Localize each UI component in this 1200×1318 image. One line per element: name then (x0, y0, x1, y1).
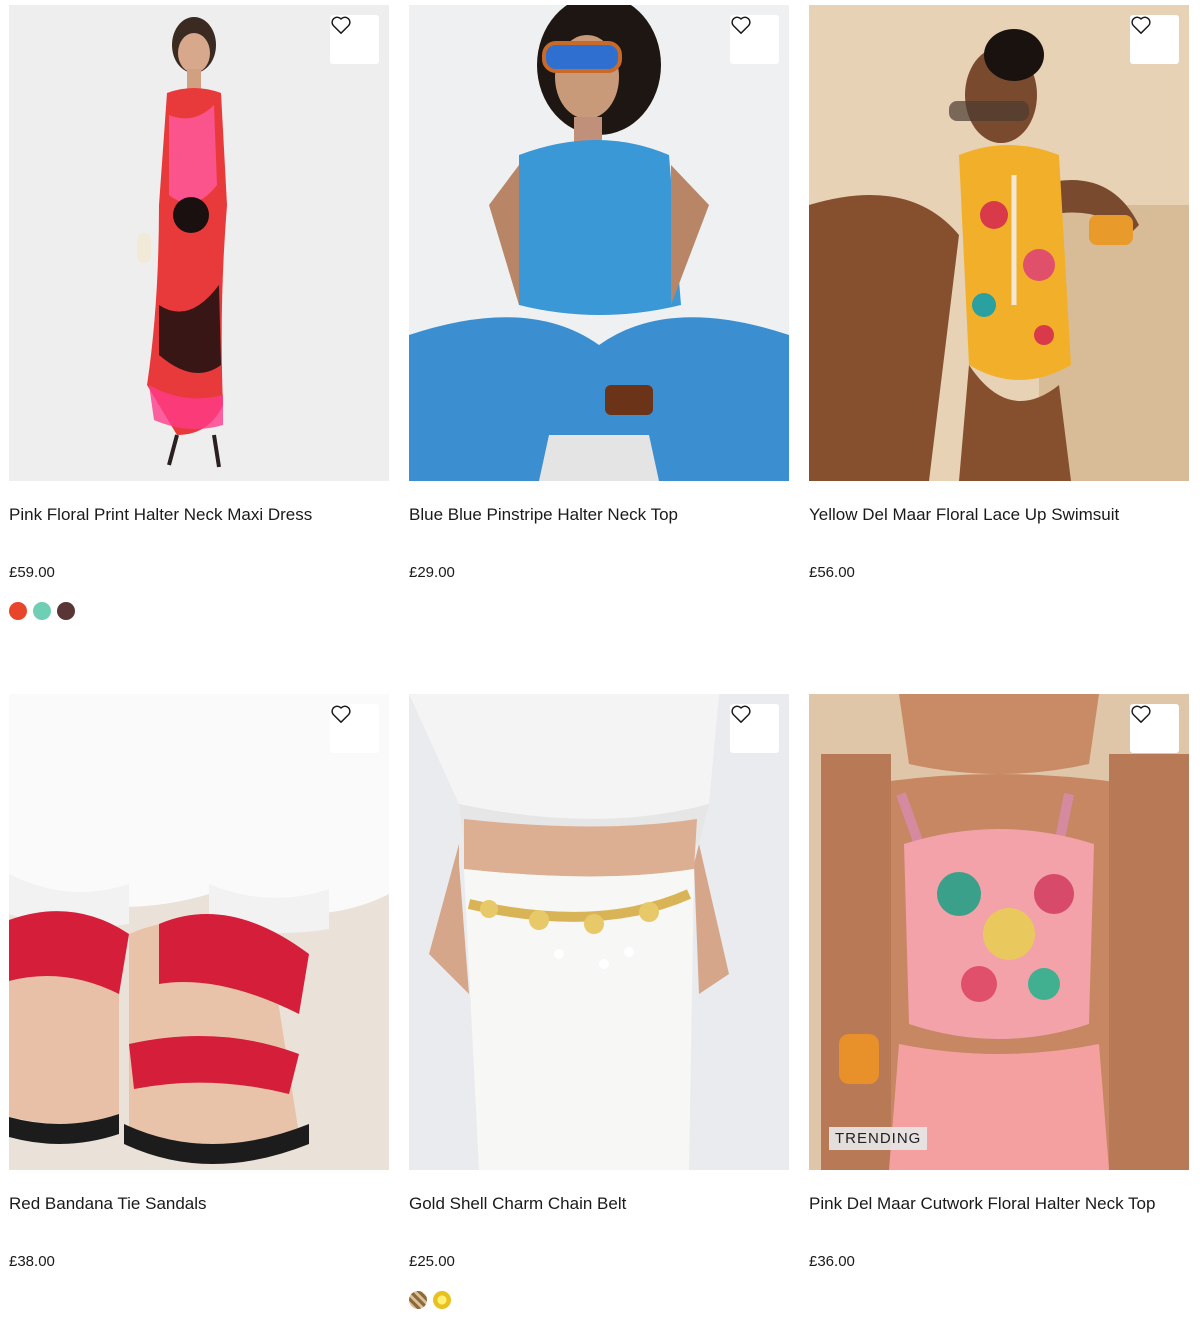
heart-outline-icon (331, 705, 351, 723)
product-title[interactable]: Gold Shell Charm Chain Belt (409, 1193, 789, 1215)
product-title[interactable]: Pink Floral Print Halter Neck Maxi Dress (9, 504, 389, 526)
product-photo-cutwork-top (809, 694, 1189, 1170)
product-photo-halter-top (409, 5, 789, 481)
wishlist-button[interactable] (330, 704, 379, 753)
product-photo-chain-belt (409, 694, 789, 1170)
product-image[interactable]: TRENDING (809, 694, 1189, 1170)
heart-outline-icon (1131, 16, 1151, 34)
heart-outline-icon (331, 16, 351, 34)
trending-badge: TRENDING (829, 1127, 928, 1150)
colour-swatch[interactable] (57, 602, 75, 620)
product-image[interactable] (809, 5, 1189, 481)
colour-swatch[interactable] (433, 1291, 451, 1309)
product-card[interactable]: Red Bandana Tie Sandals £38.00 (9, 694, 389, 1271)
colour-swatch[interactable] (33, 602, 51, 620)
product-price: £56.00 (809, 564, 855, 581)
product-image[interactable] (409, 5, 789, 481)
product-price: £36.00 (809, 1253, 855, 1270)
product-card[interactable]: Gold Shell Charm Chain Belt £25.00 (409, 694, 789, 1309)
product-image[interactable] (9, 694, 389, 1170)
product-image[interactable] (409, 694, 789, 1170)
heart-outline-icon (731, 16, 751, 34)
product-title[interactable]: Blue Blue Pinstripe Halter Neck Top (409, 504, 789, 526)
product-card[interactable]: Pink Floral Print Halter Neck Maxi Dress… (9, 5, 389, 620)
product-price: £25.00 (409, 1253, 455, 1270)
product-grid: Pink Floral Print Halter Neck Maxi Dress… (0, 0, 1200, 1318)
heart-outline-icon (731, 705, 751, 723)
product-photo-swimsuit (809, 5, 1189, 481)
heart-outline-icon (1131, 705, 1151, 723)
colour-swatches (409, 1291, 789, 1309)
product-card[interactable]: Blue Blue Pinstripe Halter Neck Top £29.… (409, 5, 789, 582)
wishlist-button[interactable] (330, 15, 379, 64)
wishlist-button[interactable] (730, 15, 779, 64)
wishlist-button[interactable] (1130, 704, 1179, 753)
colour-swatch[interactable] (409, 1291, 427, 1309)
product-price: £59.00 (9, 564, 55, 581)
product-title[interactable]: Yellow Del Maar Floral Lace Up Swimsuit (809, 504, 1189, 526)
product-card[interactable]: TRENDING Pink Del Maar Cutwork Floral Ha… (809, 694, 1189, 1271)
product-price: £38.00 (9, 1253, 55, 1270)
product-price: £29.00 (409, 564, 455, 581)
colour-swatch[interactable] (9, 602, 27, 620)
wishlist-button[interactable] (1130, 15, 1179, 64)
colour-swatches (9, 602, 389, 620)
product-photo-sandals (9, 694, 389, 1170)
product-photo-dress (9, 5, 389, 481)
product-title[interactable]: Pink Del Maar Cutwork Floral Halter Neck… (809, 1193, 1189, 1215)
product-image[interactable] (9, 5, 389, 481)
product-card[interactable]: Yellow Del Maar Floral Lace Up Swimsuit … (809, 5, 1189, 582)
wishlist-button[interactable] (730, 704, 779, 753)
product-title[interactable]: Red Bandana Tie Sandals (9, 1193, 389, 1215)
